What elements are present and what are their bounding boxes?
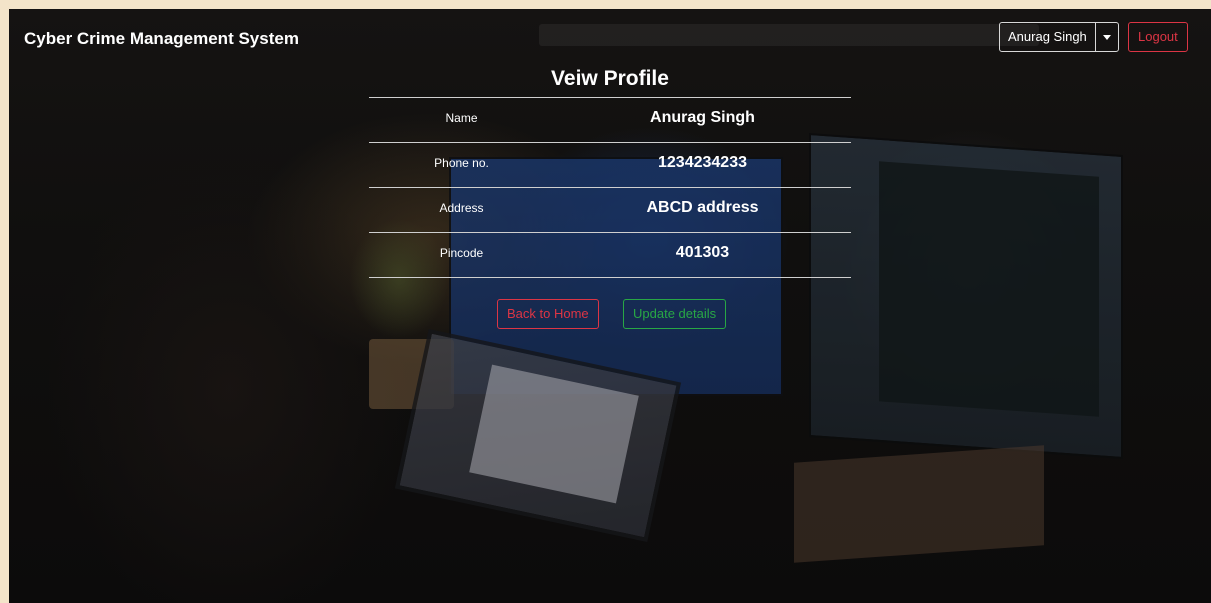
profile-table: Name Anurag Singh Phone no. 1234234233 A…	[369, 97, 851, 278]
page-title: Veiw Profile	[551, 67, 669, 90]
profile-row-name: Name Anurag Singh	[369, 98, 851, 143]
profile-row-address: Address ABCD address	[369, 188, 851, 233]
row-value: ABCD address	[646, 199, 759, 216]
app-window: Cyber Crime Management System Anurag Sin…	[9, 9, 1211, 603]
row-value: 401303	[675, 244, 730, 261]
row-value: 1234234233	[658, 154, 747, 171]
background-desk-box	[794, 445, 1044, 563]
row-label: Name	[445, 111, 478, 125]
profile-row-phone: Phone no. 1234234233	[369, 143, 851, 188]
background-terminal	[879, 161, 1099, 417]
profile-row-pincode: Pincode 401303	[369, 233, 851, 278]
row-label: Address	[439, 201, 484, 215]
user-name-button[interactable]: Anurag Singh	[1000, 23, 1096, 51]
brand-title[interactable]: Cyber Crime Management System	[24, 29, 299, 49]
row-value: Anurag Singh	[650, 109, 755, 126]
row-label: Phone no.	[434, 156, 489, 170]
user-dropdown[interactable]: Anurag Singh	[999, 22, 1119, 52]
update-details-button[interactable]: Update details	[623, 299, 727, 329]
back-to-home-button[interactable]: Back to Home	[497, 299, 599, 329]
logout-button[interactable]: Logout	[1128, 22, 1188, 52]
background-blur-strip	[539, 24, 1039, 46]
dropdown-toggle-button[interactable]	[1096, 23, 1118, 51]
row-label: Pincode	[439, 246, 484, 260]
caret-down-icon	[1102, 34, 1111, 40]
